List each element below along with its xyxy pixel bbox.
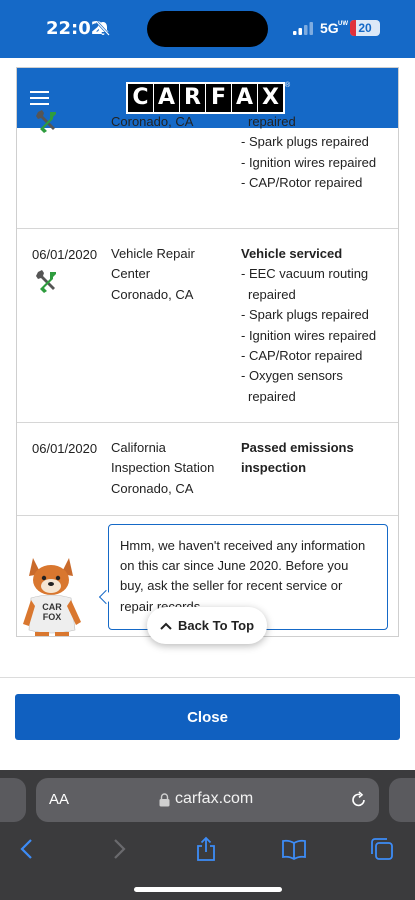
record-location: California Inspection Station Coronado, … (111, 438, 231, 499)
service-record-row: 06/01/2020 Vehicle Repair Center Coronad… (17, 229, 398, 423)
bubble-line: Hmm, we haven't received any information (120, 538, 366, 553)
previous-tab-preview[interactable] (0, 778, 26, 822)
network-type: 5G (320, 20, 339, 36)
close-button[interactable]: Close (15, 694, 400, 740)
location-line: Coronado, CA (111, 480, 194, 496)
record-details: Vehicle serviced - EEC vacuum routing re… (241, 244, 398, 407)
bubble-line: buy, ask the seller for recent service o… (120, 578, 343, 594)
location-line: Vehicle Repair (111, 246, 195, 261)
dynamic-island (147, 11, 268, 47)
detail-item-cont: repaired (248, 286, 296, 302)
lock-icon (159, 793, 170, 807)
detail-item-cont: repaired (248, 388, 296, 404)
network-subtype-text: UW (338, 21, 348, 27)
record-details: repaired - Spark plugs repaired - Igniti… (241, 112, 398, 194)
location-line: Coronado, CA (111, 114, 194, 129)
back-to-top-label: Back To Top (177, 618, 255, 633)
text-size-label: AA (49, 791, 70, 808)
detail-item: repaired (248, 114, 296, 129)
status-bar: 22:02 5G UW 20 (0, 0, 415, 58)
address-bar[interactable]: AA carfax.com (36, 778, 379, 822)
detail-item: - EEC vacuum routing (241, 266, 369, 282)
back-icon[interactable] (15, 836, 41, 862)
status-time: 22:02 (46, 18, 104, 39)
detail-item: - Spark plugs repaired (241, 134, 369, 150)
report-frame[interactable]: C A R F A X ® Coronado, CA repaired - Sp… (16, 67, 399, 637)
home-indicator (134, 887, 282, 892)
next-tab-preview[interactable] (389, 778, 415, 822)
shirt-text-1: CAR (42, 602, 62, 612)
reload-icon[interactable] (350, 791, 367, 809)
safari-toolbar (0, 830, 415, 870)
location-line: California (111, 440, 166, 455)
service-record-row: 06/01/2020 California Inspection Station… (17, 423, 398, 516)
tabs-icon[interactable] (369, 836, 395, 862)
record-details: Passed emissions inspection (241, 438, 391, 479)
record-location: Coronado, CA (111, 112, 231, 132)
bell-muted-icon (96, 21, 110, 36)
detail-item: - Ignition wires repaired (241, 327, 377, 343)
location-line: Center (111, 266, 151, 282)
text-size-button[interactable]: AA (49, 791, 69, 808)
bookmarks-icon[interactable] (281, 836, 307, 862)
logo-registered-mark: ® (285, 82, 291, 89)
signal-icon (293, 22, 313, 35)
record-title: Vehicle serviced (241, 246, 343, 261)
share-icon[interactable] (193, 836, 219, 862)
detail-item: - CAP/Rotor repaired (241, 348, 363, 364)
battery-level: 20 (358, 21, 372, 35)
carfox-mascot-image: CAR FOX (23, 558, 81, 636)
wrench-screwdriver-icon (36, 110, 56, 133)
detail-item: - Spark plugs repaired (241, 307, 369, 323)
close-button-label: Close (187, 708, 228, 726)
wrench-screwdriver-icon (36, 270, 56, 293)
back-to-top-button[interactable]: Back To Top (147, 607, 267, 644)
record-date: 06/01/2020 (32, 441, 98, 456)
battery-icon: 20 (350, 20, 380, 36)
divider (0, 677, 415, 678)
bubble-line: on this car since June 2020. Before you (120, 558, 349, 574)
safari-bottom-bar: AA carfax.com (0, 770, 415, 900)
location-line: Inspection Station (111, 460, 215, 476)
forward-icon[interactable] (105, 836, 131, 862)
chevron-up-icon (160, 622, 172, 630)
shirt-text-2: FOX (43, 612, 62, 622)
detail-item: - CAP/Rotor repaired (241, 175, 363, 191)
service-record-row: Coronado, CA repaired - Spark plugs repa… (17, 104, 398, 229)
location-line: Coronado, CA (111, 286, 194, 302)
record-title: Passed emissions inspection (241, 440, 354, 476)
network-subtype: UW (338, 21, 348, 27)
detail-item: - Oxygen sensors (241, 368, 343, 384)
record-date: 06/01/2020 (32, 247, 98, 262)
url-text: carfax.com (175, 790, 254, 807)
record-location: Vehicle Repair Center Coronado, CA (111, 244, 231, 305)
detail-item: - Ignition wires repaired (241, 154, 377, 170)
